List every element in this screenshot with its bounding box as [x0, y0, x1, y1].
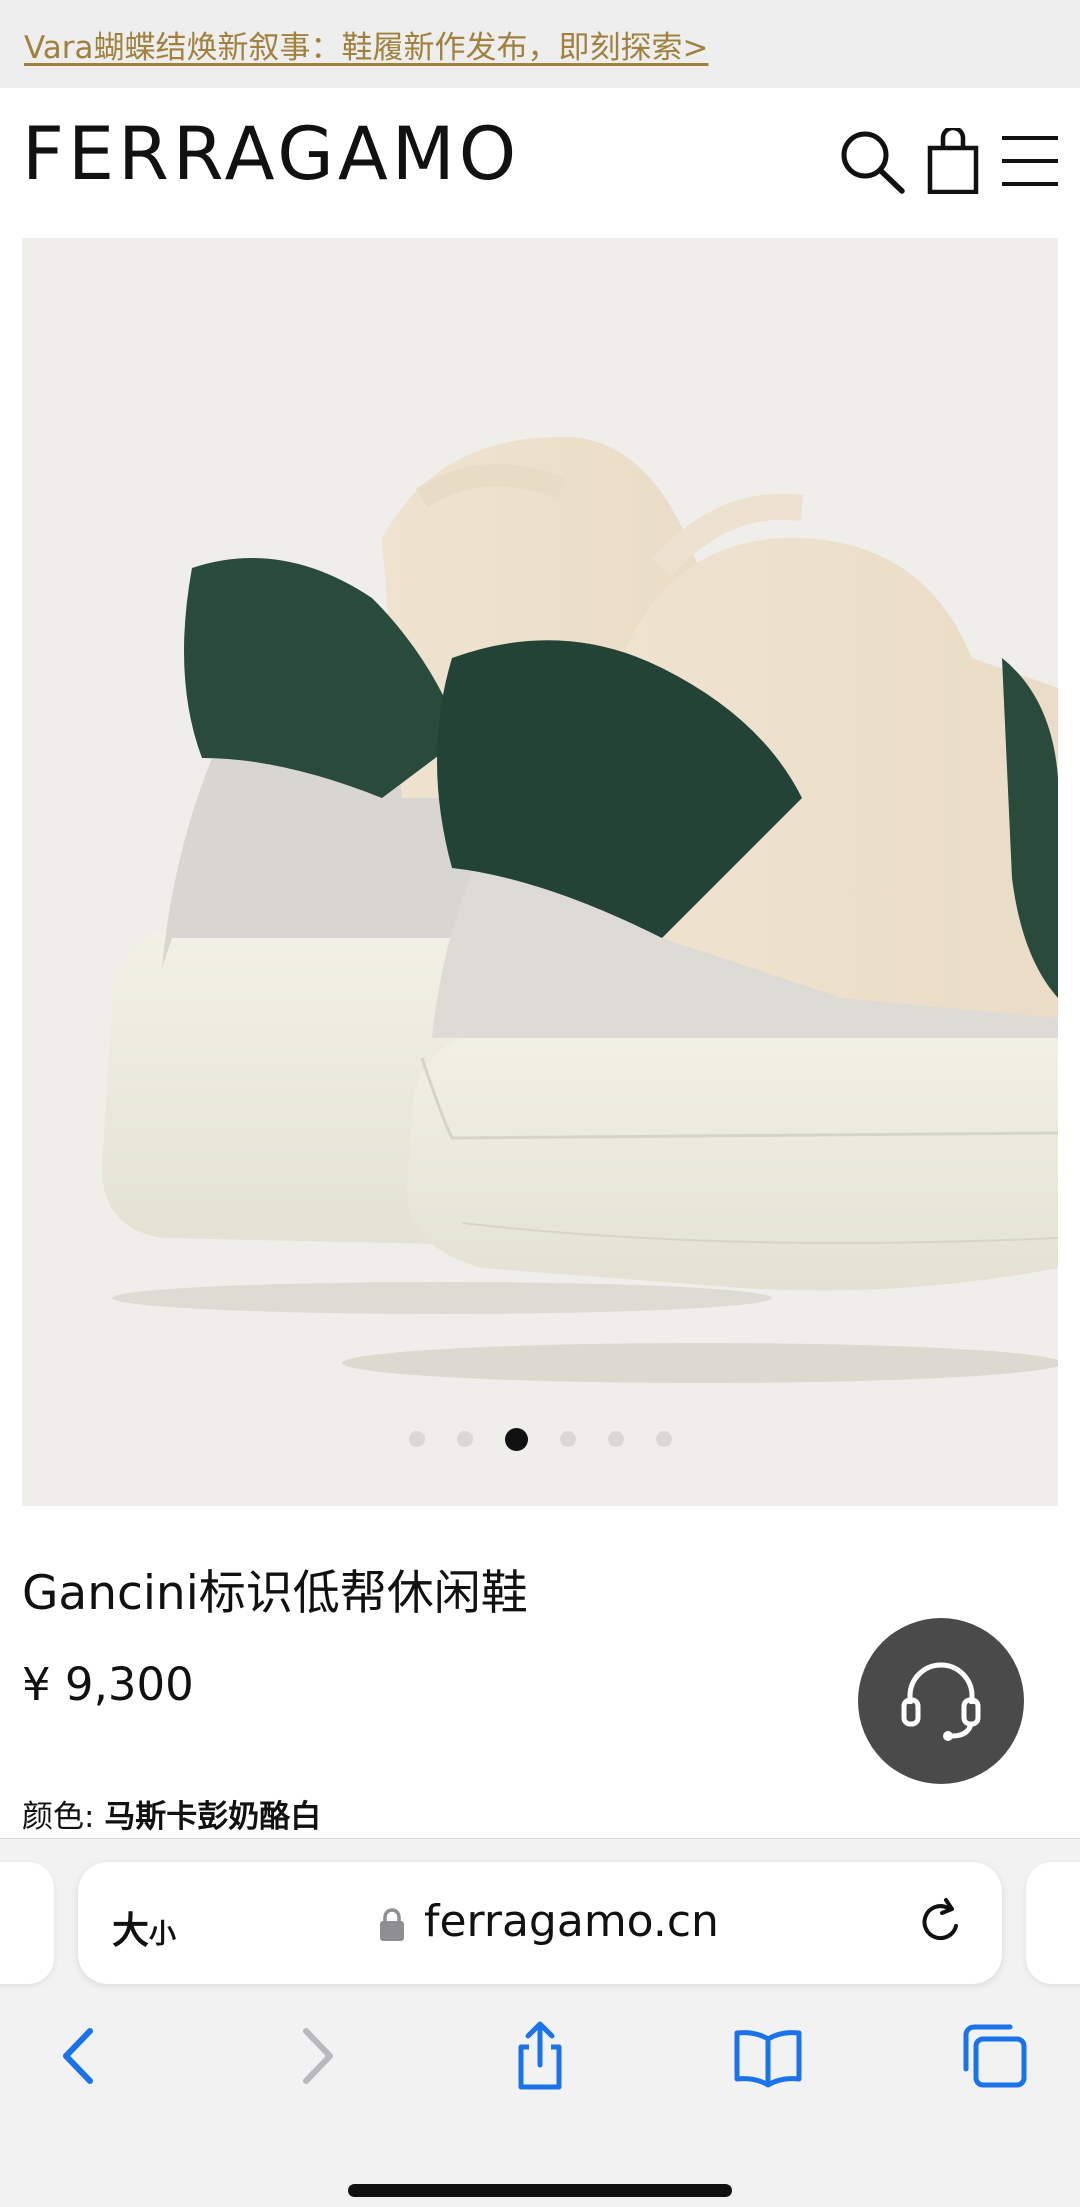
customer-service-button[interactable]: [858, 1618, 1024, 1784]
pagination-dot[interactable]: [559, 1431, 576, 1447]
pagination-dot[interactable]: [408, 1431, 425, 1447]
lock-icon: [380, 1908, 404, 1941]
product-price: ¥ 9,300: [22, 1658, 194, 1711]
shopping-bag-icon: [927, 128, 979, 194]
color-row: 颜色: 马斯卡彭奶酪白: [22, 1791, 321, 1836]
home-indicator: [348, 2184, 732, 2197]
product-title: Gancini标识低帮休闲鞋: [22, 1566, 528, 1621]
menu-button[interactable]: [1000, 128, 1060, 194]
promo-banner: Vara蝴蝶结焕新叙事：鞋履新作发布，即刻探索>: [0, 0, 1080, 88]
pagination-dot[interactable]: [655, 1431, 672, 1447]
ferragamo-logo[interactable]: FERRAGAMO: [22, 118, 520, 191]
gallery-pagination: [22, 1424, 1058, 1454]
menu-icon: [1002, 136, 1058, 186]
next-tab-preview[interactable]: [1026, 1862, 1080, 1984]
pagination-dot-active[interactable]: [504, 1427, 528, 1451]
shopping-bag-button[interactable]: [926, 128, 980, 194]
share-icon: [518, 2021, 562, 2090]
text-size-button[interactable]: 大小: [112, 1900, 176, 1954]
forward-icon: [303, 2028, 333, 2084]
site-header: FERRAGAMO: [0, 88, 1080, 238]
text-size-large: 大: [112, 1909, 149, 1952]
bookmarks-icon: [734, 2030, 802, 2088]
tabs-icon: [963, 2024, 1027, 2088]
search-button[interactable]: [838, 128, 906, 194]
url-text[interactable]: ferragamo.cn: [424, 1896, 719, 1947]
previous-tab-preview[interactable]: [0, 1862, 54, 1984]
search-icon: [841, 131, 905, 194]
back-icon: [63, 2028, 93, 2084]
color-value: 马斯卡彭奶酪白: [104, 1799, 322, 1835]
tabs-button[interactable]: [960, 2021, 1030, 2091]
reload-icon[interactable]: [916, 1896, 966, 1950]
text-size-small: 小: [149, 1919, 176, 1950]
share-button[interactable]: [505, 2021, 575, 2091]
browser-chrome: 大小 ferragamo.cn: [0, 1838, 1080, 2207]
pagination-dot[interactable]: [607, 1431, 624, 1447]
product-gallery[interactable]: [22, 238, 1058, 1506]
back-button[interactable]: [46, 2021, 116, 2091]
address-bar[interactable]: 大小 ferragamo.cn: [78, 1862, 1002, 1984]
pagination-dot[interactable]: [456, 1431, 473, 1447]
color-label: 颜色:: [22, 1799, 105, 1835]
forward-button[interactable]: [280, 2021, 350, 2091]
bookmarks-button[interactable]: [733, 2021, 803, 2091]
promo-link[interactable]: Vara蝴蝶结焕新叙事：鞋履新作发布，即刻探索>: [24, 22, 709, 67]
product-image: [102, 437, 1058, 1383]
headset-icon: [901, 1662, 981, 1741]
